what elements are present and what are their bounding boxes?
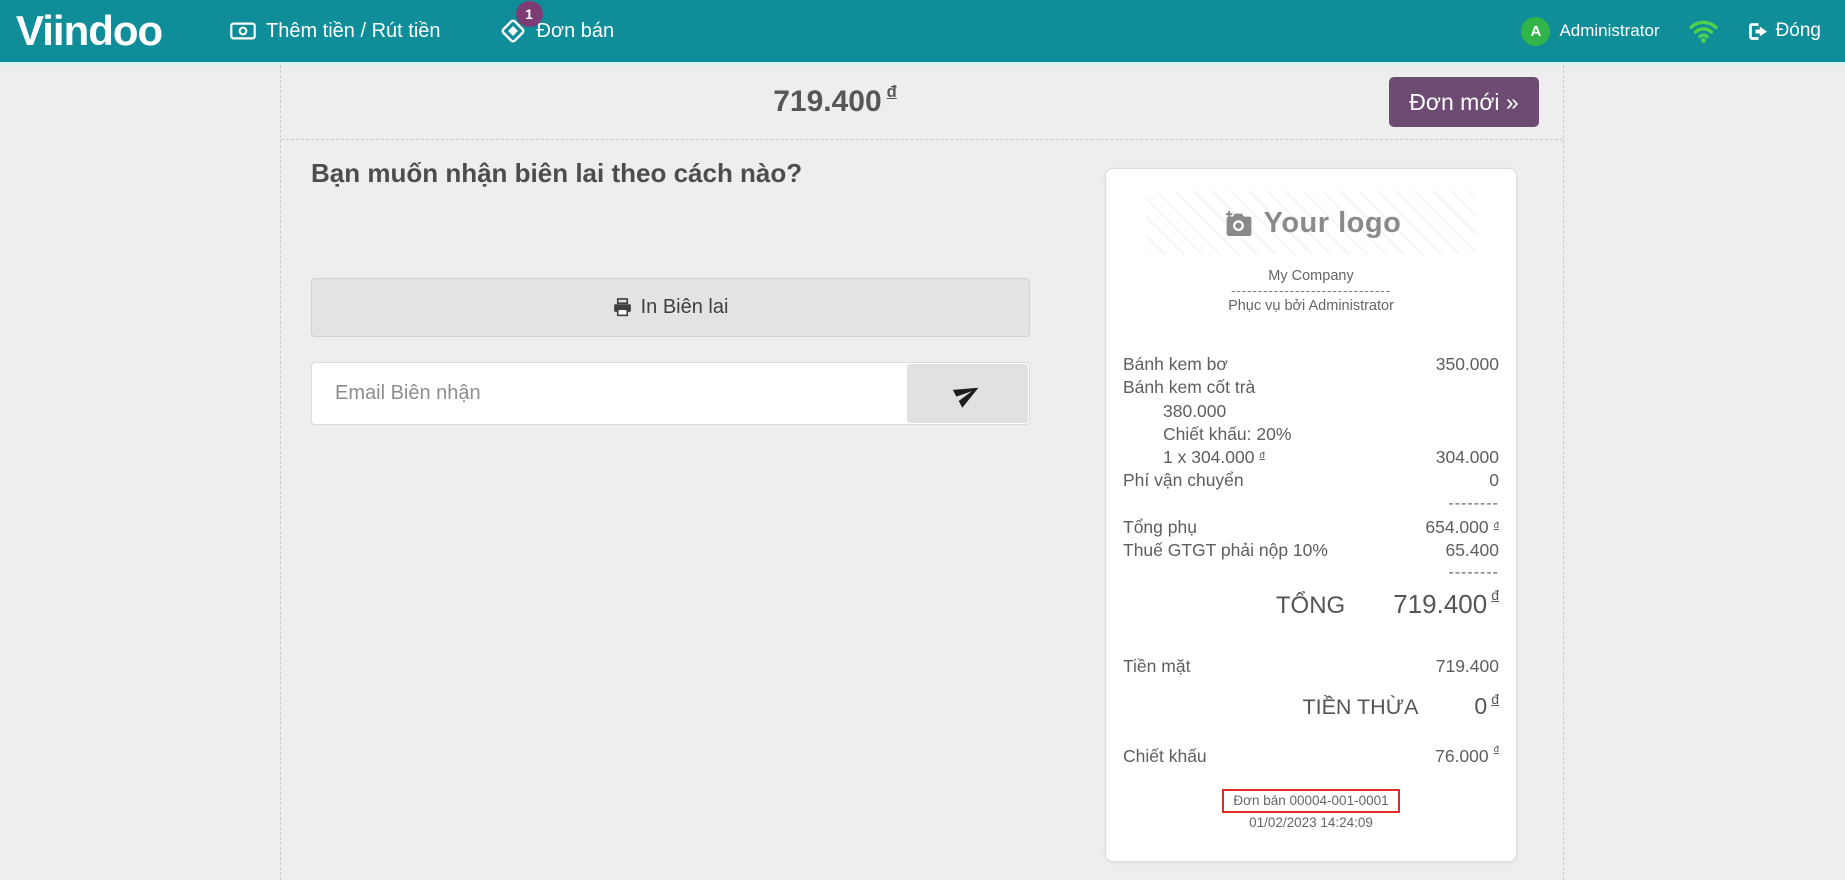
line-name: Bánh kem cốt trà	[1123, 376, 1255, 399]
receipt-company-name: My Company	[1123, 268, 1499, 284]
payment-amount: 719.400	[1436, 656, 1499, 677]
discount-label: Chiết khấu	[1123, 746, 1207, 767]
grand-total-label: TỔNG	[1276, 592, 1345, 620]
orders-count-badge: 1	[516, 1, 543, 27]
receipt-order-lines: Bánh kem bơ 350.000 Bánh kem cốt trà 380…	[1123, 353, 1499, 493]
avatar: A	[1521, 17, 1550, 46]
line-name: Phí vận chuyển	[1123, 469, 1244, 492]
new-order-button[interactable]: Đơn mới »	[1389, 77, 1539, 127]
currency-symbol: đ	[1491, 691, 1499, 707]
order-reference-highlighted: Đơn bán 00004-001-0001	[1222, 789, 1399, 813]
receipt-line: Bánh kem cốt trà	[1123, 376, 1499, 399]
user-name: Administrator	[1559, 21, 1659, 41]
receipt-separator: --------	[1123, 562, 1499, 583]
tax-row: Thuế GTGT phải nộp 10% 65.400	[1123, 539, 1499, 562]
line-name: Bánh kem bơ	[1123, 353, 1228, 376]
discount-row: Chiết khấu 76.000đ	[1123, 746, 1499, 767]
line-price: 350.000	[1436, 353, 1499, 376]
receipt-line: Phí vận chuyển 0	[1123, 469, 1499, 492]
orders-button[interactable]: 1 Đơn bán	[499, 0, 615, 62]
tax-amount: 65.400	[1445, 539, 1499, 562]
discount-amount: 76.000đ	[1435, 746, 1499, 767]
top-navbar: Viindoo Thêm tiền / Rút tiền 1 Đơn bán A	[0, 0, 1845, 62]
grand-total-amount: 719.400đ	[1393, 589, 1499, 620]
receipt-totals: Tổng phụ 654.000đ Thuế GTGT phải nộp 10%…	[1123, 516, 1499, 563]
payment-row: Tiền mặt 719.400	[1123, 656, 1499, 677]
email-receipt-input[interactable]	[312, 363, 902, 424]
receipt-header-separator: ------------------------------	[1123, 284, 1499, 298]
order-ticket-icon: 1	[499, 17, 527, 45]
close-session-label: Đóng	[1776, 20, 1821, 42]
subtotal-amount: 654.000đ	[1425, 516, 1499, 539]
camera-plus-icon	[1221, 210, 1252, 237]
printer-icon	[613, 298, 632, 317]
currency-symbol: đ	[1491, 587, 1499, 603]
receipt-logo: Your logo	[1146, 191, 1476, 255]
currency-symbol: đ	[887, 83, 897, 101]
change-row: TIỀN THỪA 0đ	[1123, 693, 1499, 720]
order-total: 719.400 đ	[281, 85, 1389, 119]
viindoo-logo: Viindoo	[16, 7, 216, 55]
paper-plane-icon	[954, 380, 981, 407]
wifi-status-icon	[1688, 19, 1719, 43]
line-qty-price: 1 x 304.000đ	[1123, 446, 1265, 469]
receipt-line: 1 x 304.000đ 304.000	[1123, 446, 1499, 469]
receipt-preview: Your logo My Company -------------------…	[1105, 168, 1517, 862]
subtotal-label: Tổng phụ	[1123, 516, 1197, 539]
order-summary-row: 719.400 đ Đơn mới »	[281, 65, 1563, 140]
grand-total-row: TỔNG 719.400đ	[1123, 589, 1499, 620]
change-amount: 0đ	[1474, 693, 1499, 720]
receipt-line: 380.000	[1123, 400, 1499, 423]
payment-method: Tiền mặt	[1123, 656, 1190, 677]
send-email-button[interactable]	[907, 364, 1028, 423]
receipt-line: Chiết khấu: 20%	[1123, 423, 1499, 446]
currency-symbol: đ	[1259, 450, 1264, 461]
line-price: 0	[1489, 469, 1499, 492]
receipt-footer: Đơn bán 00004-001-0001 01/02/2023 14:24:…	[1123, 789, 1499, 830]
orders-label: Đơn bán	[537, 20, 615, 43]
receipt-line: Bánh kem bơ 350.000	[1123, 353, 1499, 376]
cash-in-out-label: Thêm tiền / Rút tiền	[266, 20, 441, 43]
subtotal-row: Tổng phụ 654.000đ	[1123, 516, 1499, 539]
order-datetime: 01/02/2023 14:24:09	[1123, 815, 1499, 830]
print-receipt-button[interactable]: In Biên lai	[311, 278, 1030, 337]
receipt-logo-text: Your logo	[1264, 207, 1402, 240]
currency-symbol: đ	[1494, 744, 1499, 755]
receipt-question-heading: Bạn muốn nhận biên lai theo cách nào?	[311, 158, 1071, 189]
close-session-button[interactable]: Đóng	[1747, 20, 1821, 42]
navbar-right: A Administrator Đóng	[1521, 17, 1821, 46]
money-icon	[230, 22, 256, 40]
logout-icon	[1747, 21, 1768, 42]
line-discount: Chiết khấu: 20%	[1123, 423, 1291, 446]
receipt-separator: --------	[1123, 493, 1499, 514]
line-original-price: 380.000	[1123, 400, 1226, 423]
currency-symbol: đ	[1494, 520, 1499, 531]
order-total-amount: 719.400	[773, 85, 881, 118]
email-receipt-row	[311, 362, 1030, 425]
print-receipt-label: In Biên lai	[641, 296, 729, 319]
cash-in-out-button[interactable]: Thêm tiền / Rút tiền	[230, 0, 441, 62]
receipt-payment-block: Tiền mặt 719.400 TIỀN THỪA 0đ Chiết khấu…	[1123, 656, 1499, 767]
user-menu[interactable]: A Administrator	[1521, 17, 1659, 46]
change-label: TIỀN THỪA	[1302, 695, 1418, 720]
receipt-served-by: Phục vụ bởi Administrator	[1123, 298, 1499, 314]
tax-label: Thuế GTGT phải nộp 10%	[1123, 539, 1328, 562]
line-price: 304.000	[1436, 446, 1499, 469]
